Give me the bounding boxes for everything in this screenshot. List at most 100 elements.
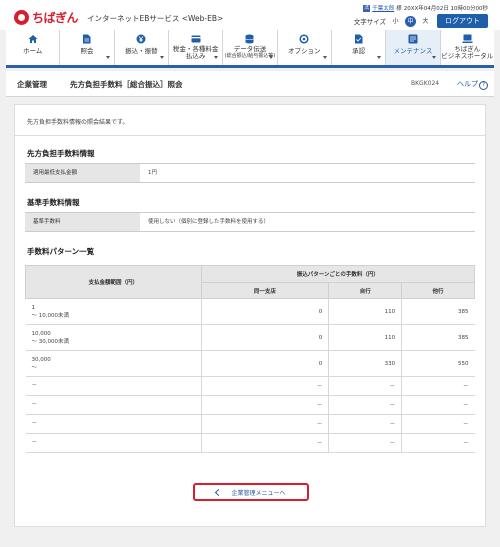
intro-text: 先方負担手数料情報の照会結果です。 (27, 119, 129, 126)
maintenance-icon (407, 34, 418, 44)
fee-pattern-table: 支払金額範囲（円） 振込パターンごとの手数料（円） 同一支店 自行 他行 1 ～ … (25, 265, 476, 453)
nav-data-transmission[interactable]: データ伝送 (総合振込/給与振込等) (222, 30, 276, 65)
table-row: －－－－ (25, 433, 475, 453)
range-cell: 30,000 ～ (25, 350, 202, 377)
chibagin-logo[interactable]: ちばぎん (14, 9, 79, 26)
document-icon (81, 34, 92, 44)
nav-maintenance[interactable]: メンテナンス (385, 30, 440, 65)
last-login-time: 20XX年04月02日 10時00分00秒 (403, 6, 488, 12)
range-start: － (31, 402, 38, 408)
nav-tax-payment-label-line2: 払込み (185, 52, 206, 60)
range-cell: － (25, 395, 202, 415)
chevron-down-icon (105, 56, 110, 59)
help-link[interactable]: ヘルプ? (457, 79, 488, 90)
approval-icon (353, 34, 364, 44)
nav-transfer[interactable]: 振込・振替 (113, 30, 168, 65)
help-question-icon: ? (479, 81, 488, 90)
min-payment-label: 適用最低支払金額 (25, 164, 140, 182)
col-header-own-bank: 自行 (328, 282, 403, 299)
global-nav: ホーム 照会 振込・振替 税金・各種料金 払込み データ伝送 (総合振込/給与振… (6, 30, 494, 68)
back-button-content: 企業管理メニューへ (215, 488, 286, 497)
chevron-down-icon (268, 56, 273, 59)
main-panel: 先方負担手数料情報の照会結果です。 先方負担手数料情報 適用最低支払金額 1円 … (14, 104, 486, 527)
nav-options[interactable]: オプション (276, 30, 331, 65)
min-payment-row: 適用最低支払金額 1円 (25, 163, 475, 183)
screen-code: BKGK024 (411, 80, 440, 87)
nav-business-portal-label-line2: ビジネスポータル (441, 52, 494, 60)
table-row: －－－－ (25, 395, 475, 415)
nav-transfer-label: 振込・振替 (125, 47, 158, 55)
text-size-controls: 文字サイズ 小 中 大 ログアウト (354, 14, 488, 28)
tax-payment-icon (190, 34, 201, 44)
nav-tax-payment[interactable]: 税金・各種料金 払込み (167, 30, 222, 65)
same-branch-fee: － (200, 414, 329, 434)
logout-button[interactable]: ログアウト (437, 14, 488, 28)
chevron-left-icon (215, 488, 223, 496)
text-size-medium-button[interactable]: 中 (405, 15, 416, 27)
col-header-other-bank: 他行 (401, 282, 475, 299)
text-size-small-button[interactable]: 小 (390, 16, 401, 27)
page-category: 企業管理 (17, 80, 47, 89)
back-to-menu-button[interactable]: 企業管理メニューへ (193, 483, 309, 501)
portal-icon (462, 34, 473, 44)
logo-mark-icon (14, 10, 29, 25)
same-branch-fee: 0 (200, 350, 329, 377)
options-icon (299, 34, 310, 44)
chevron-down-icon (159, 56, 164, 59)
section-title-fee-patterns: 手数料パターン一覧 (27, 247, 95, 256)
other-bank-fee: － (401, 376, 475, 396)
nav-data-transmission-label-line1: データ伝送 (233, 45, 267, 53)
nav-business-portal-label: ちばぎん ビジネスポータル (441, 46, 493, 60)
nav-approval-label: 承認 (352, 47, 366, 55)
same-branch-fee: 0 (200, 324, 329, 351)
range-cell: － (25, 414, 202, 434)
range-cell: 10,000 ～ 30,000未満 (25, 324, 202, 351)
other-bank-fee: 385 (401, 298, 475, 325)
own-bank-fee: 330 (328, 350, 402, 377)
section-title-fee-info: 先方負担手数料情報 (27, 149, 95, 158)
home-icon (27, 34, 38, 44)
same-branch-fee: － (200, 433, 329, 453)
text-size-large-button[interactable]: 大 (420, 16, 431, 27)
table-row: 1 ～ 10,000未満 0 110 385 (25, 298, 475, 325)
table-row: －－－－ (25, 414, 475, 434)
own-bank-fee: 110 (328, 298, 402, 325)
nav-business-portal[interactable]: ちばぎん ビジネスポータル (439, 30, 494, 65)
nav-options-label: オプション (288, 47, 321, 55)
range-start: 1 (31, 304, 36, 311)
table-row: －－－－ (25, 376, 475, 396)
range-end: ～ 30,000未満 (31, 338, 70, 345)
same-branch-fee: － (200, 376, 329, 396)
service-name: インターネットEBサービス <Web-EB> (87, 14, 224, 23)
divider (15, 135, 485, 136)
range-start: － (31, 383, 38, 389)
base-fee-label: 基準手数料 (25, 213, 140, 231)
other-bank-fee: － (401, 433, 475, 453)
database-icon (244, 34, 255, 44)
own-bank-fee: － (328, 414, 402, 434)
range-start: 10,000 (31, 330, 51, 337)
own-bank-fee: － (328, 433, 402, 453)
other-bank-fee: 385 (401, 324, 475, 351)
chevron-down-icon (322, 56, 327, 59)
range-start: 30,000 (31, 356, 51, 363)
min-payment-value: 1円 (148, 170, 157, 176)
logo-text: ちばぎん (32, 11, 79, 25)
nav-home[interactable]: ホーム (6, 30, 59, 65)
chevron-down-icon (377, 56, 382, 59)
other-bank-fee: － (401, 395, 475, 415)
col-header-fee-group: 振込パターンごとの手数料（円） (200, 265, 476, 283)
range-start: － (31, 440, 38, 446)
yen-transfer-icon (136, 34, 147, 44)
page-title-bar: 企業管理 先方負担手数料［総合振込］照会 BKGK024 ヘルプ? (6, 71, 494, 97)
own-bank-fee: － (328, 376, 402, 396)
nav-home-label: ホーム (23, 47, 43, 55)
nav-approval[interactable]: 承認 (330, 30, 385, 65)
help-label: ヘルプ (457, 80, 478, 88)
range-end: ～ (31, 364, 38, 371)
user-name-link[interactable]: 千葉太郎 (372, 4, 394, 12)
nav-inquiry[interactable]: 照会 (59, 30, 113, 65)
range-cell: － (25, 376, 202, 396)
other-bank-fee: － (401, 414, 475, 434)
chevron-down-icon (431, 56, 436, 59)
